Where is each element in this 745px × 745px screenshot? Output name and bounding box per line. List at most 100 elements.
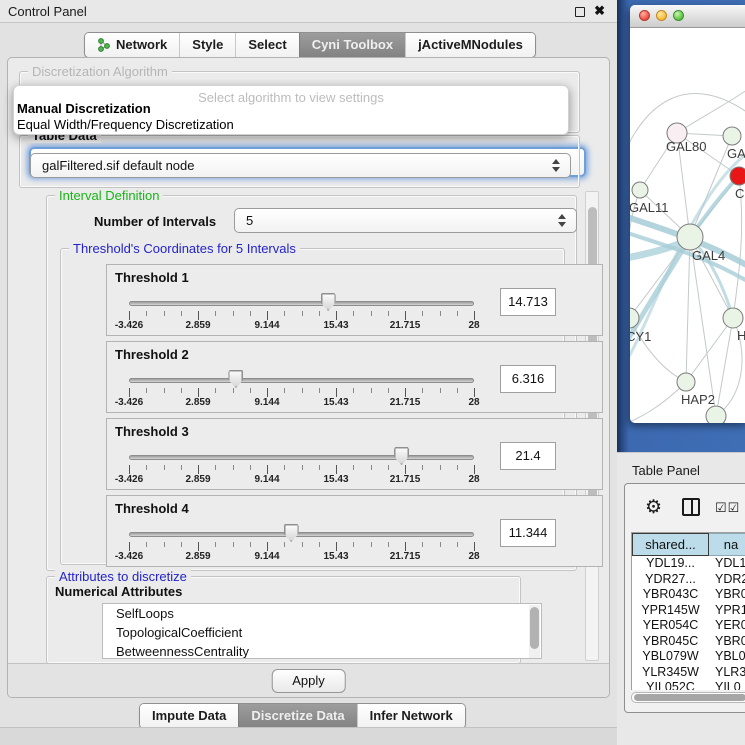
table-row[interactable]: YBR043CYBR0 <box>632 587 745 603</box>
table-cell[interactable]: YIL0 <box>709 680 745 690</box>
apply-button[interactable]: Apply <box>271 669 346 693</box>
algorithm-option[interactable]: Manual Discretization <box>17 101 151 116</box>
tab-discretize-data[interactable]: Discretize Data <box>238 704 356 728</box>
float-window-icon[interactable] <box>575 7 585 17</box>
table-row[interactable]: YBL079WYBL0 <box>632 649 745 665</box>
close-traffic-light-icon[interactable] <box>639 10 650 21</box>
tick-mark <box>353 465 354 470</box>
close-icon[interactable]: ✖ <box>594 3 605 19</box>
tick-mark <box>181 388 182 393</box>
table-cell[interactable]: YBR045C <box>632 634 709 650</box>
table-cell[interactable]: YBL0 <box>709 649 745 665</box>
slider-thumb[interactable] <box>284 524 299 542</box>
table-cell[interactable]: YLR3 <box>709 665 745 681</box>
network-node[interactable] <box>730 167 745 185</box>
tab-jactivemnodules[interactable]: jActiveMNodules <box>405 33 535 57</box>
minimize-traffic-light-icon[interactable] <box>656 10 667 21</box>
table-cell[interactable]: YDL19... <box>632 556 709 572</box>
table-row[interactable]: YIL052CYIL0 <box>632 680 745 690</box>
table-hscrollbar[interactable] <box>631 692 745 703</box>
table-row[interactable]: YER054CYER0 <box>632 618 745 634</box>
network-node[interactable] <box>632 182 648 198</box>
zoom-traffic-light-icon[interactable] <box>673 10 684 21</box>
algorithm-option[interactable]: Equal Width/Frequency Discretization <box>17 117 234 132</box>
tick-mark <box>457 465 458 470</box>
num-intervals-combobox[interactable]: 5 <box>234 208 577 233</box>
table-data-combobox[interactable]: galFiltered.sif default node <box>30 153 571 178</box>
tick-mark <box>302 311 303 316</box>
table-row[interactable]: YBR045CYBR0 <box>632 634 745 650</box>
interval-definition-group: Interval Definition Number of Intervals … <box>46 195 577 571</box>
attribute-item[interactable]: TopologicalCoefficient <box>103 623 541 642</box>
threshold-value-field[interactable]: 11.344 <box>500 519 556 547</box>
tab-cyni-toolbox[interactable]: Cyni Toolbox <box>299 33 405 57</box>
threshold-value-field[interactable]: 14.713 <box>500 288 556 316</box>
tab-label: Network <box>116 37 167 52</box>
columns-icon[interactable] <box>682 498 700 516</box>
attribute-item[interactable]: BetweennessCentrality <box>103 642 541 659</box>
list-scrollbar-thumb[interactable] <box>530 607 539 649</box>
slider-track[interactable] <box>129 301 474 306</box>
tick-label: 2.859 <box>185 551 210 562</box>
tick-mark <box>250 465 251 470</box>
tick-mark <box>146 311 147 316</box>
slider-track[interactable] <box>129 378 474 383</box>
slider-thumb[interactable] <box>228 370 243 388</box>
network-node[interactable] <box>723 127 741 145</box>
tab-style[interactable]: Style <box>179 33 235 57</box>
thresholds-title: Threshold's Coordinates for 5 Intervals <box>69 241 300 256</box>
table-cell[interactable]: YER054C <box>632 618 709 634</box>
slider-thumb[interactable] <box>321 293 336 311</box>
column-header[interactable]: shared... <box>632 533 709 556</box>
network-node[interactable] <box>677 373 695 391</box>
table-data-group: Table Data galFiltered.sif default node <box>19 135 580 188</box>
table-cell[interactable]: YDR27... <box>632 572 709 588</box>
tick-mark <box>474 311 475 320</box>
table-cell[interactable]: YDR2 <box>709 572 745 588</box>
table-cell[interactable]: YBR043C <box>632 587 709 603</box>
network-node[interactable] <box>677 224 703 250</box>
table-row[interactable]: YLR345WYLR3 <box>632 665 745 681</box>
attributes-listbox[interactable]: SelfLoopsTopologicalCoefficientBetweenne… <box>102 603 542 659</box>
network-node[interactable] <box>723 308 743 328</box>
tick-mark <box>353 542 354 547</box>
tick-mark <box>250 311 251 316</box>
tab-infer-network[interactable]: Infer Network <box>357 704 465 728</box>
tick-mark <box>457 388 458 393</box>
tick-mark <box>164 542 165 547</box>
tick-label: 9.144 <box>254 320 279 331</box>
slider-thumb[interactable] <box>394 447 409 465</box>
tick-label: 28 <box>468 474 479 485</box>
tab-network[interactable]: Network <box>85 33 179 57</box>
threshold-value-field[interactable]: 21.4 <box>500 442 556 470</box>
list-scrollbar[interactable] <box>529 605 540 659</box>
tab-select[interactable]: Select <box>235 33 298 57</box>
table-cell[interactable]: YBR0 <box>709 587 745 603</box>
network-canvas[interactable]: GAL80GACGAL11GAL4GCY1HHAP2 <box>630 28 745 423</box>
threshold-value-field[interactable]: 6.316 <box>500 365 556 393</box>
select-checkboxes-icon[interactable]: ☑☑ <box>715 500 740 516</box>
table-cell[interactable]: YBR0 <box>709 634 745 650</box>
slider-track[interactable] <box>129 455 474 460</box>
algorithm-group-title: Discretization Algorithm <box>28 64 172 79</box>
table-hscrollbar-thumb[interactable] <box>634 694 745 701</box>
table-cell[interactable]: YLR345W <box>632 665 709 681</box>
tick-mark <box>336 388 337 397</box>
tab-impute-data[interactable]: Impute Data <box>140 704 238 728</box>
table-cell[interactable]: YER0 <box>709 618 745 634</box>
attribute-item[interactable]: SelfLoops <box>103 604 541 623</box>
column-header[interactable]: na <box>709 533 745 556</box>
table-cell[interactable]: YIL052C <box>632 680 709 690</box>
table-row[interactable]: YPR145WYPR1 <box>632 603 745 619</box>
tick-mark <box>388 542 389 547</box>
table-cell[interactable]: YBL079W <box>632 649 709 665</box>
slider-track[interactable] <box>129 532 474 537</box>
table-cell[interactable]: YPR1 <box>709 603 745 619</box>
network-node[interactable] <box>706 406 726 423</box>
table-row[interactable]: YDR27...YDR2 <box>632 572 745 588</box>
gear-icon[interactable]: ⚙ <box>645 496 662 519</box>
tick-mark <box>422 388 423 393</box>
table-row[interactable]: YDL19...YDL1 <box>632 556 745 572</box>
table-cell[interactable]: YDL1 <box>709 556 745 572</box>
table-cell[interactable]: YPR145W <box>632 603 709 619</box>
